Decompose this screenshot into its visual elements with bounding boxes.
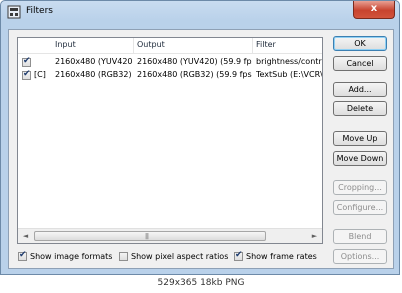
show-pixel-aspect-checkbox[interactable] (119, 252, 128, 261)
filters-dialog: Filters x Input Output Filter ✔ 2160x480… (0, 0, 400, 275)
image-caption: 529x365 18kb PNG (157, 278, 245, 288)
filter-name: brightness/contras (256, 57, 322, 66)
ok-button[interactable]: OK (333, 36, 387, 51)
output-format: 2160x480 (RGB32) (59.9 fps) (137, 70, 252, 79)
filter-list[interactable]: Input Output Filter ✔ 2160x480 (YUV420) … (17, 37, 323, 244)
scroll-right-icon[interactable]: ► (308, 231, 321, 242)
filters-app-icon (7, 5, 21, 19)
scroll-left-icon[interactable]: ◄ (19, 231, 32, 242)
filter-row[interactable]: ✔ [C] 2160x480 (RGB32) 2160x480 (RGB32) … (18, 69, 322, 82)
show-image-formats-label[interactable]: Show image formats (30, 252, 112, 261)
dialog-client-area: Input Output Filter ✔ 2160x480 (YUV420) … (8, 29, 394, 269)
filter-tag: [C] (34, 70, 46, 79)
checkmark-icon: ✔ (23, 56, 31, 66)
blend-button[interactable]: Blend (333, 229, 387, 244)
title-bar[interactable]: Filters x (1, 1, 399, 23)
close-button[interactable]: x (353, 1, 395, 19)
column-header-output[interactable]: Output (137, 40, 165, 49)
cancel-button[interactable]: Cancel (333, 56, 387, 71)
checkmark-icon: ✔ (19, 250, 27, 260)
cropping-button[interactable]: Cropping... (333, 180, 387, 195)
configure-button[interactable]: Configure... (333, 200, 387, 215)
move-up-button[interactable]: Move Up (333, 131, 387, 146)
filter-row[interactable]: ✔ 2160x480 (YUV420) 2160x480 (YUV420) (5… (18, 56, 322, 69)
delete-button[interactable]: Delete (333, 101, 387, 116)
close-icon: x (370, 3, 378, 14)
scrollbar-thumb[interactable]: ||| (34, 231, 266, 241)
checkmark-icon: ✔ (23, 69, 31, 79)
column-divider[interactable] (252, 38, 253, 53)
column-header-filter[interactable]: Filter (256, 40, 276, 49)
filter-name: TextSub (E:\VCR\ (256, 70, 322, 79)
show-image-formats-checkbox[interactable]: ✔ (18, 250, 27, 261)
checkmark-icon: ✔ (235, 250, 243, 260)
input-format: 2160x480 (RGB32) (55, 70, 132, 79)
show-frame-rates-label[interactable]: Show frame rates (246, 252, 317, 261)
filter-enable-checkbox[interactable]: ✔ (22, 69, 31, 80)
filter-enable-checkbox[interactable]: ✔ (22, 56, 31, 67)
show-pixel-aspect-label[interactable]: Show pixel aspect ratios (131, 252, 228, 261)
window-title: Filters (26, 6, 53, 16)
horizontal-scrollbar[interactable]: ◄ ||| ► (18, 228, 322, 243)
move-down-button[interactable]: Move Down (333, 151, 387, 166)
show-frame-rates-checkbox[interactable]: ✔ (234, 250, 243, 261)
list-header: Input Output Filter (18, 38, 322, 54)
output-format: 2160x480 (YUV420) (59.9 fps) (137, 57, 252, 66)
input-format: 2160x480 (YUV420) (55, 57, 133, 66)
column-header-input[interactable]: Input (55, 40, 76, 49)
column-divider[interactable] (133, 38, 134, 53)
add-button[interactable]: Add... (333, 82, 387, 97)
options-button[interactable]: Options... (333, 249, 387, 264)
grip-icon: ||| (145, 233, 149, 240)
